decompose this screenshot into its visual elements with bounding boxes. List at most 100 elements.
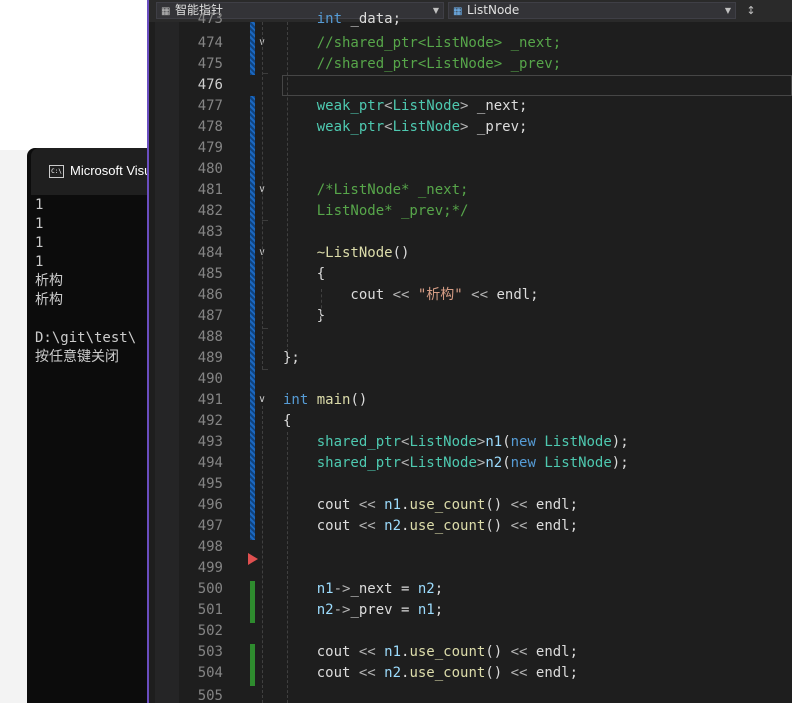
change-indicator-saved	[250, 96, 255, 540]
code-token: shared_ptr	[316, 455, 402, 471]
code-token: //shared_ptr<ListNode> _prev;	[283, 56, 562, 72]
line-number: 492	[197, 413, 223, 429]
code-token: <<	[510, 644, 528, 660]
line-number: 499	[197, 560, 223, 576]
code-token: weak_ptr	[316, 119, 385, 135]
code-text: cout << n1.use_count() << endl;	[283, 642, 578, 663]
background-window	[0, 0, 150, 150]
line-number: 497	[197, 518, 223, 534]
code-token: cout	[283, 497, 359, 513]
line-number: 502	[197, 623, 223, 639]
code-token: ~ListNode	[316, 245, 393, 261]
code-line: 480	[149, 159, 792, 180]
line-number: 500	[197, 581, 223, 597]
code-text: {	[283, 411, 291, 432]
code-token: ListNode* _prev;*/	[283, 203, 469, 219]
code-token: new	[510, 455, 536, 471]
code-token: _prev =	[350, 602, 418, 618]
code-line: 499	[149, 558, 792, 579]
code-text: //shared_ptr<ListNode> _next;	[283, 33, 561, 54]
code-area[interactable]: 473 int _data; 474 ∨ //shared_ptr<ListNod…	[149, 11, 792, 703]
code-line: 487 }	[149, 306, 792, 327]
code-text: //shared_ptr<ListNode> _prev;	[283, 54, 561, 75]
line-number: 491	[197, 392, 223, 408]
code-token: n2	[384, 518, 402, 534]
code-token: use_count	[409, 644, 486, 660]
change-indicator-unsaved	[250, 644, 255, 686]
code-token: <	[384, 98, 393, 114]
code-text: n2->_prev = n1;	[283, 600, 443, 621]
breakpoint-arrow-icon[interactable]	[248, 553, 258, 565]
code-token: <<	[358, 518, 376, 534]
code-token: _next;	[468, 98, 528, 114]
outline-line	[262, 22, 263, 369]
code-text: int main()	[283, 390, 367, 411]
line-number: 475	[197, 56, 223, 72]
code-line: 485 {	[149, 264, 792, 285]
code-token: n2	[316, 602, 334, 618]
code-line: 486 cout << "析构" << endl;	[149, 285, 792, 306]
line-number: 496	[197, 497, 223, 513]
code-token: n1	[417, 602, 435, 618]
code-token: endl;	[527, 518, 579, 534]
code-editor-window[interactable]: ▦ 智能指针 ▼ ▦ ListNode ▼ ↕ 473 int _data; 4…	[147, 0, 792, 703]
code-token: <<	[392, 287, 410, 303]
code-text: weak_ptr<ListNode> _prev;	[283, 117, 528, 138]
line-number: 483	[197, 224, 223, 240]
code-line: 481 ∨ /*ListNode* _next;	[149, 180, 792, 201]
code-token: cout	[283, 665, 359, 681]
code-token: <<	[358, 644, 376, 660]
code-token: n1	[384, 644, 402, 660]
code-text: /*ListNode* _next;	[283, 180, 469, 201]
code-token: ListNode	[544, 455, 612, 471]
code-line: 498	[149, 537, 792, 558]
code-token: <<	[510, 518, 528, 534]
code-line: 488	[149, 327, 792, 348]
line-number: 480	[197, 161, 223, 177]
code-line: 482 ListNode* _prev;*/	[149, 201, 792, 222]
code-token: (	[502, 434, 511, 450]
console-output-line: 1	[35, 197, 44, 213]
code-token: <<	[510, 665, 528, 681]
code-text: };	[283, 348, 300, 369]
code-line: 497 cout << n2.use_count() << endl;	[149, 516, 792, 537]
code-text: ~ListNode()	[283, 243, 410, 264]
console-tab[interactable]: C:\ Microsoft Visu	[31, 148, 157, 195]
code-token: n1	[384, 497, 402, 513]
code-token: cout	[283, 518, 359, 534]
code-token: cout	[283, 644, 359, 660]
console-output-line: 1	[35, 254, 44, 270]
line-number: 477	[197, 98, 223, 114]
line-number: 481	[197, 182, 223, 198]
code-line: 475 //shared_ptr<ListNode> _prev;	[149, 54, 792, 75]
code-token: ()	[485, 518, 511, 534]
line-number: 505	[197, 688, 223, 703]
code-line: 500 n1->_next = n2;	[149, 579, 792, 600]
code-token: }	[283, 308, 326, 324]
line-number: 494	[197, 455, 223, 471]
code-token: <	[384, 119, 393, 135]
line-number: 490	[197, 371, 223, 387]
console-app-icon: C:\	[49, 165, 64, 178]
line-number: 495	[197, 476, 223, 492]
code-line: 495	[149, 474, 792, 495]
code-text: int _data;	[316, 11, 402, 27]
line-number: 474	[197, 35, 223, 51]
console-window[interactable]: C:\ Microsoft Visu 1 1 1 1 析构 析构 D:\git\test\…	[27, 148, 157, 703]
console-output-line: 1	[35, 235, 44, 251]
code-token: n2	[384, 665, 402, 681]
code-token: ListNode	[392, 119, 461, 135]
code-line: 491 ∨ int main()	[149, 390, 792, 411]
code-token: shared_ptr	[316, 434, 402, 450]
indent-guide	[287, 432, 288, 703]
fold-chevron-icon[interactable]: ∨	[257, 395, 267, 405]
code-line: 476	[149, 75, 792, 96]
code-token: "析构"	[417, 287, 463, 303]
